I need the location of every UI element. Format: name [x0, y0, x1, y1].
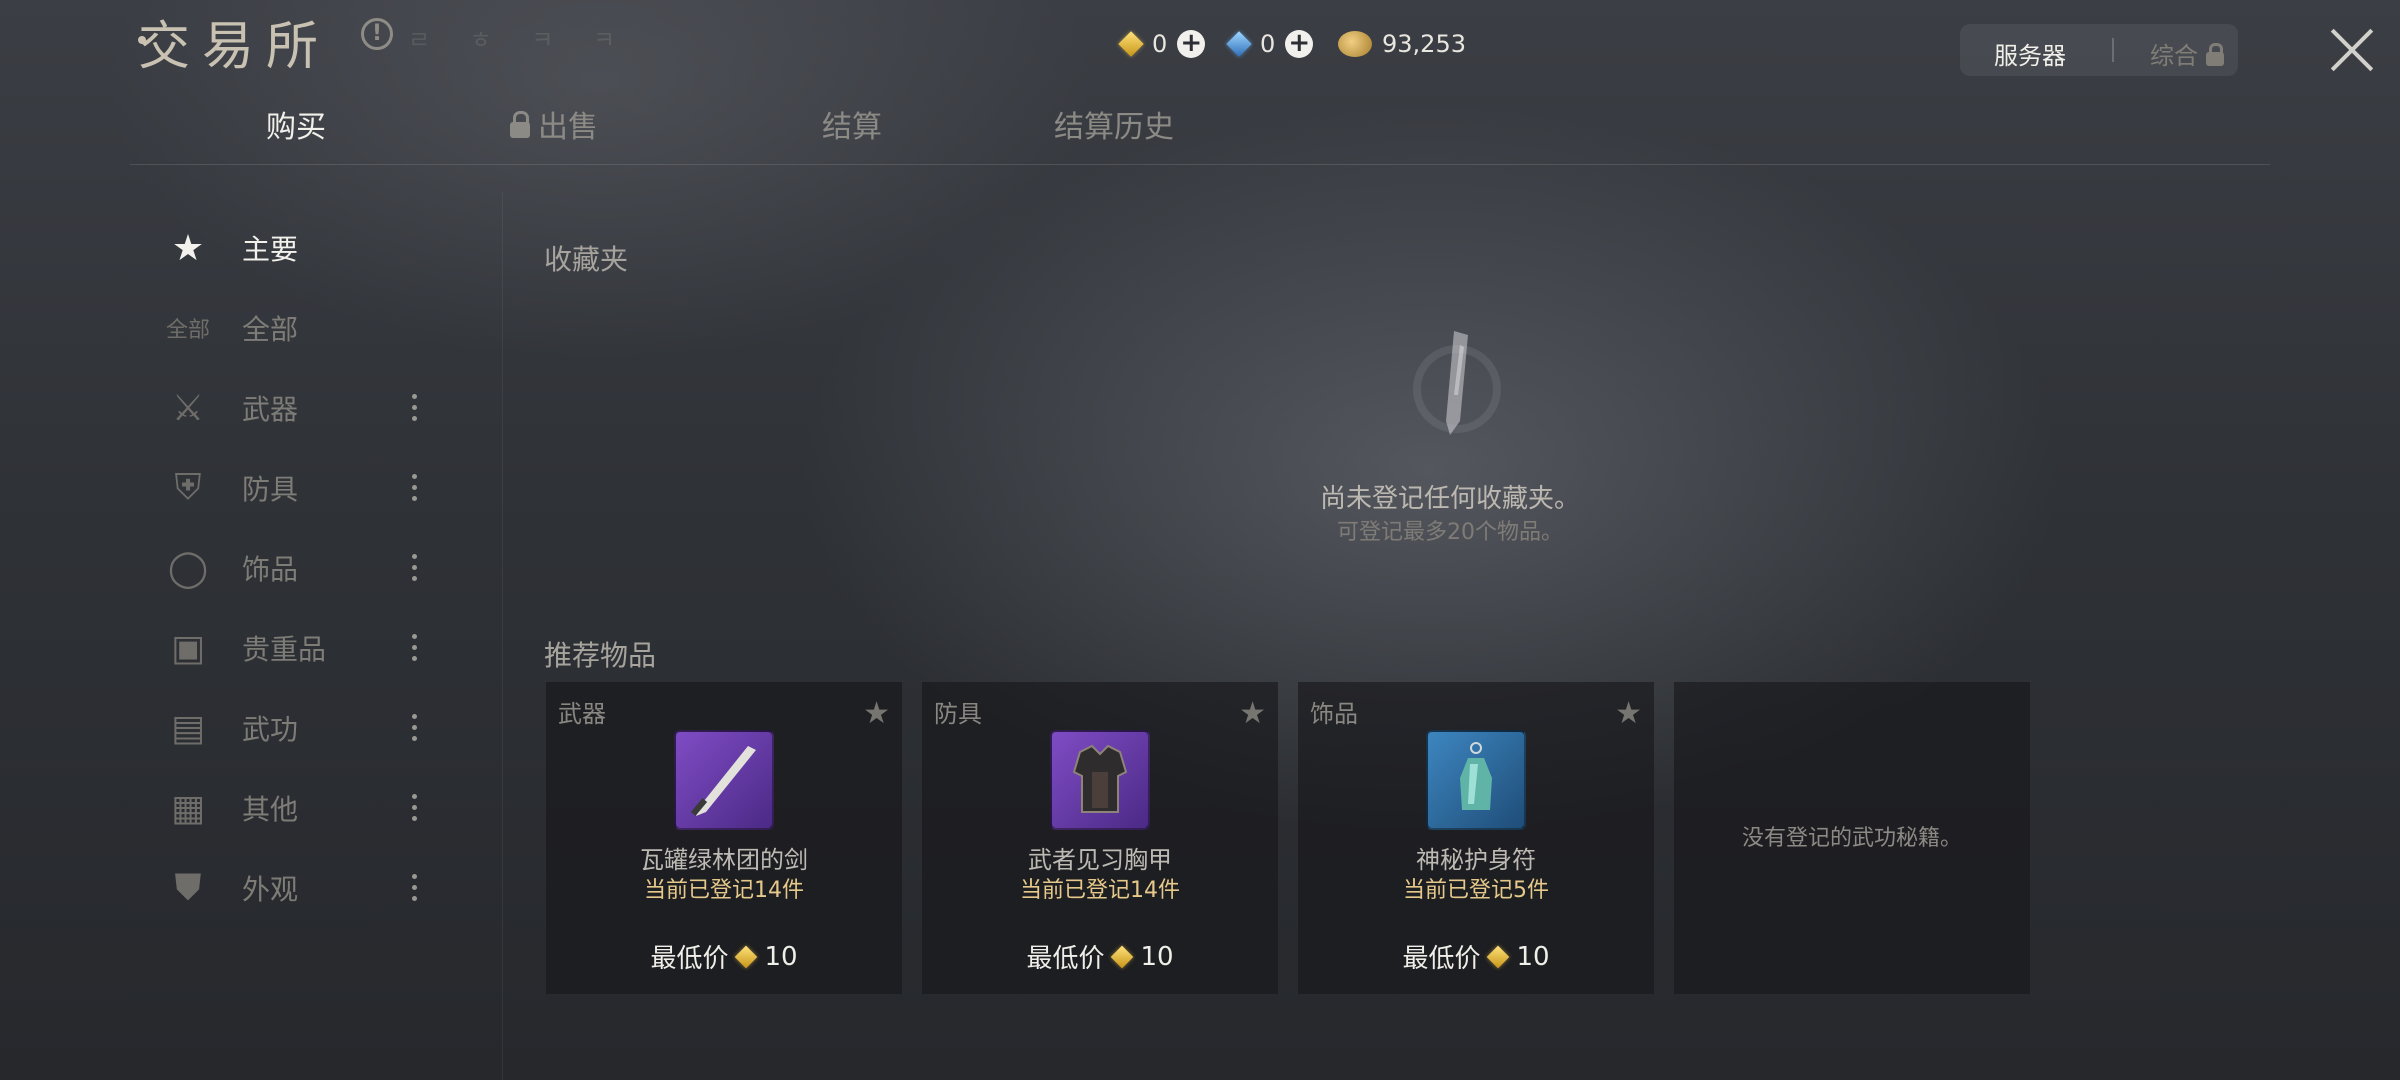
more-options-icon[interactable] — [412, 554, 418, 582]
card-price: 最低价 10 — [546, 938, 902, 975]
sword-item-icon — [674, 730, 774, 830]
price-value: 10 — [1140, 941, 1174, 972]
tab-sell-label: 出售 — [538, 110, 598, 145]
sidebar-item-main[interactable]: ★ 主要 — [160, 218, 450, 278]
currency-gold: 93,253 — [1338, 24, 1466, 64]
ring-icon: ◯ — [167, 547, 209, 589]
tab-settlement-history[interactable]: 结算历史 — [1054, 102, 1174, 146]
yellow-gem-icon — [735, 945, 758, 968]
favorites-empty-hint: 可登记最多20个物品。 — [1337, 520, 1563, 545]
sidebar-item-label: 全部 — [242, 313, 299, 346]
favorites-empty-message: 尚未登记任何收藏夹。 — [1319, 484, 1580, 514]
chest-armor-item-icon — [1050, 730, 1150, 830]
card-item-count: 当前已登记14件 — [1020, 878, 1180, 903]
sidebar-item-accessory[interactable]: ◯ 饰品 — [160, 538, 450, 598]
amulet-item-icon — [1426, 730, 1526, 830]
recommended-title: 推荐物品 — [544, 639, 657, 672]
robe-icon: ⛊ — [174, 867, 202, 908]
armor-icon: ⛨ — [174, 467, 202, 508]
sidebar-item-label: 武功 — [242, 713, 299, 746]
sidebar-item-label: 外观 — [242, 873, 299, 906]
chest-icon: ▣ — [170, 627, 205, 669]
lock-icon — [510, 111, 530, 138]
sidebar-item-valuables[interactable]: ▣ 贵重品 — [160, 618, 450, 678]
price-label: 最低价 — [1402, 944, 1481, 974]
sidebar-item-armor[interactable]: ⛨ 防具 — [160, 458, 450, 518]
add-yellow-gem-button[interactable]: + — [1177, 30, 1206, 58]
yellow-gem-icon — [1111, 945, 1134, 968]
price-label: 最低价 — [1026, 944, 1105, 974]
favorite-star-icon[interactable]: ★ — [863, 696, 890, 731]
currency-blue-gem: 0 + — [1226, 24, 1314, 64]
sidebar-item-martial-arts[interactable]: ▤ 武功 — [160, 698, 450, 758]
sidebar-item-label: 武器 — [242, 393, 299, 426]
card-item-count: 当前已登记14件 — [644, 878, 804, 903]
sidebar-item-label: 防具 — [242, 473, 299, 506]
sidebar-item-all[interactable]: 全部 全部 — [160, 298, 450, 358]
divider — [2112, 38, 2114, 62]
lock-icon — [2206, 43, 2224, 66]
favorite-star-icon[interactable]: ★ — [1239, 696, 1266, 731]
more-options-icon[interactable] — [412, 714, 418, 742]
item-card-weapon[interactable]: 武器 ★ 瓦罐绿林团的剑 当前已登记14件 最低价 10 — [546, 682, 902, 994]
blue-gem-value: 0 — [1260, 30, 1276, 58]
card-item-count: 当前已登记5件 — [1403, 878, 1549, 903]
more-options-icon[interactable] — [412, 394, 418, 422]
info-icon[interactable]: ! — [361, 18, 393, 50]
close-button[interactable] — [2328, 26, 2376, 74]
empty-favorites-icon — [1413, 331, 1501, 435]
tab-buy[interactable]: 购买 — [266, 102, 326, 146]
card-category: 武器 — [558, 700, 606, 728]
star-icon: ★ — [171, 227, 205, 269]
page-title: 交易所 — [138, 17, 331, 77]
gold-value: 93,253 — [1382, 30, 1466, 58]
all-tag: 全部 — [165, 318, 210, 343]
currency-yellow-gem: 0 + — [1118, 24, 1206, 64]
favorite-star-icon[interactable]: ★ — [1615, 696, 1642, 731]
tab-divider — [130, 164, 2270, 165]
card-price: 最低价 10 — [1298, 938, 1654, 975]
sidebar-item-label: 其他 — [242, 793, 299, 826]
price-label: 最低价 — [650, 944, 729, 974]
more-options-icon[interactable] — [412, 634, 418, 662]
yellow-gem-value: 0 — [1152, 30, 1168, 58]
yellow-gem-icon — [1487, 945, 1510, 968]
sword-icon: ⚔ — [171, 387, 205, 429]
more-options-icon[interactable] — [412, 474, 418, 502]
card-price: 最低价 10 — [922, 938, 1278, 975]
sidebar-item-label: 贵重品 — [242, 633, 327, 666]
sidebar-item-label: 饰品 — [242, 553, 299, 586]
yellow-gem-icon — [1118, 31, 1144, 57]
card-item-name: 武者见习胸甲 — [1028, 846, 1172, 874]
sidebar-divider — [502, 192, 503, 1080]
card-category: 饰品 — [1310, 700, 1358, 728]
more-options-icon[interactable] — [412, 874, 418, 902]
tab-sell[interactable]: 出售 — [510, 102, 598, 146]
card-item-name: 神秘护身符 — [1416, 846, 1536, 874]
sidebar-item-other[interactable]: ▦ 其他 — [160, 778, 450, 838]
general-button[interactable]: 综合 — [2150, 36, 2224, 71]
tab-settlement[interactable]: 结算 — [822, 102, 882, 146]
book-icon: ▤ — [170, 707, 205, 749]
server-button[interactable]: 服务器 — [1994, 36, 2066, 71]
gold-coin-icon — [1338, 31, 1372, 57]
item-card-empty: 没有登记的武功秘籍。 — [1674, 682, 2030, 994]
sidebar-item-weapon[interactable]: ⚔ 武器 — [160, 378, 450, 438]
add-blue-gem-button[interactable]: + — [1285, 30, 1314, 58]
empty-card-message: 没有登记的武功秘籍。 — [1741, 826, 1962, 851]
more-options-icon[interactable] — [412, 794, 418, 822]
card-item-name: 瓦罐绿林团的剑 — [640, 846, 808, 874]
blue-gem-icon — [1226, 31, 1252, 57]
price-value: 10 — [764, 941, 798, 972]
item-card-armor[interactable]: 防具 ★ 武者见习胸甲 当前已登记14件 最低价 10 — [922, 682, 1278, 994]
box-icon: ▦ — [170, 787, 205, 829]
favorites-title: 收藏夹 — [544, 243, 629, 276]
sidebar-item-appearance[interactable]: ⛊ 外观 — [160, 858, 450, 918]
title-decoration: ㄹ ㅎ ㅋ ㅋ — [408, 26, 632, 54]
item-card-accessory[interactable]: 饰品 ★ 神秘护身符 当前已登记5件 最低价 10 — [1298, 682, 1654, 994]
card-category: 防具 — [934, 700, 982, 728]
price-value: 10 — [1516, 941, 1550, 972]
general-label: 综合 — [2150, 42, 2198, 70]
sidebar-item-label: 主要 — [242, 233, 299, 266]
